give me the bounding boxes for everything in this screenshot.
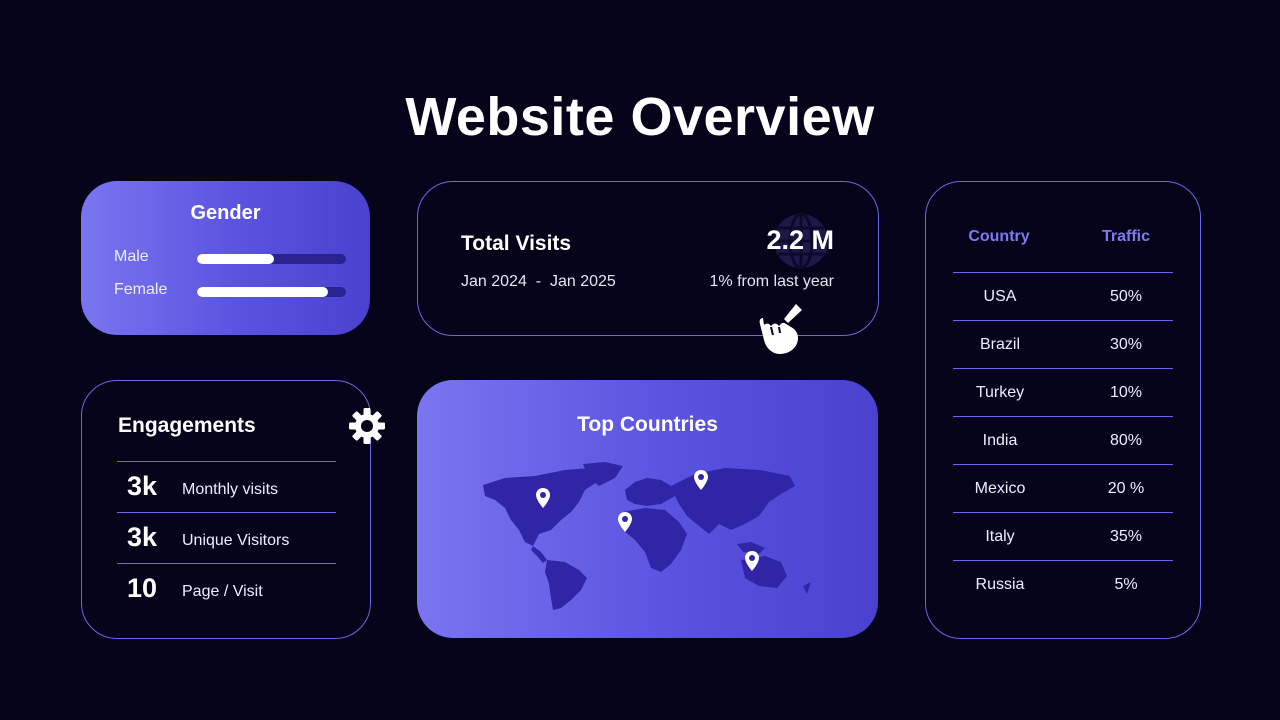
table-row: USA 50% [953,272,1173,321]
traffic-cell: 5% [1114,576,1138,593]
gender-bar-track [197,287,346,297]
gender-label: Male [114,248,149,265]
engagement-row: 3k Unique Visitors [117,512,336,564]
engagement-row: 10 Page / Visit [117,563,336,615]
engagement-value: 3k [127,471,158,501]
table-row: Italy 35% [953,512,1173,561]
engagements-heading: Engagements [118,414,256,437]
gender-card: Gender Male Female [81,181,370,335]
gender-bar-fill [197,287,329,297]
engagement-value: 10 [127,573,158,603]
engagement-label: Monthly visits [182,481,279,498]
country-cell: USA [983,288,1017,305]
location-pin-icon [536,488,550,508]
traffic-cell: 10% [1109,384,1143,401]
change-text: 1% from last year [709,273,834,290]
engagement-label: Page / Visit [182,583,263,600]
column-header-country: Country [968,228,1030,245]
engagement-label: Unique Visitors [182,532,290,549]
table-row: Brazil 30% [953,320,1173,369]
engagement-value: 3k [127,522,158,552]
country-traffic-table: Country Traffic USA 50% Brazil 30% Turke… [925,181,1201,639]
gender-row-male: Male [114,248,346,268]
traffic-cell: 35% [1109,528,1143,545]
country-cell: Russia [975,576,1025,593]
gender-heading: Gender [190,202,261,224]
gender-label: Female [114,281,168,298]
date-range: Jan 2024 - Jan 2025 [461,273,616,290]
traffic-cell: 80% [1109,432,1143,449]
column-header-traffic: Traffic [1101,228,1150,245]
page-title: Website Overview [405,87,875,147]
location-pin-icon [694,470,708,490]
traffic-cell: 50% [1109,288,1143,305]
table-row: Russia 5% [953,560,1173,609]
gender-bar-fill [197,254,275,264]
total-visits-heading: Total Visits [461,232,572,255]
country-cell: Italy [985,528,1015,545]
table-row: Turkey 10% [953,368,1173,417]
top-countries-heading: Top Countries [577,413,718,436]
traffic-cell: 30% [1109,336,1143,353]
country-cell: Brazil [979,336,1020,353]
table-row: Mexico 20 % [953,464,1173,513]
total-visits-value: 2.2 M [766,225,834,255]
top-countries-card: Top Countries [417,380,878,638]
location-pin-icon [745,551,759,571]
traffic-cell: 20 % [1107,480,1145,497]
gender-bar-track [197,254,346,264]
pointing-hand-icon [759,304,802,354]
country-cell: Turkey [975,384,1025,401]
total-visits-card: Total Visits Jan 2024 - Jan 2025 2.2 M 1… [417,181,879,336]
gender-row-female: Female [114,281,346,301]
engagements-card: Engagements 3k Monthly visits 3k Unique … [81,380,371,639]
country-cell: Mexico [974,480,1026,497]
world-map [483,462,811,610]
table-row: India 80% [953,416,1173,465]
engagement-row: 3k Monthly visits [117,461,336,513]
location-pin-icon [618,512,632,532]
country-cell: India [982,432,1018,449]
gear-icon [349,408,385,444]
